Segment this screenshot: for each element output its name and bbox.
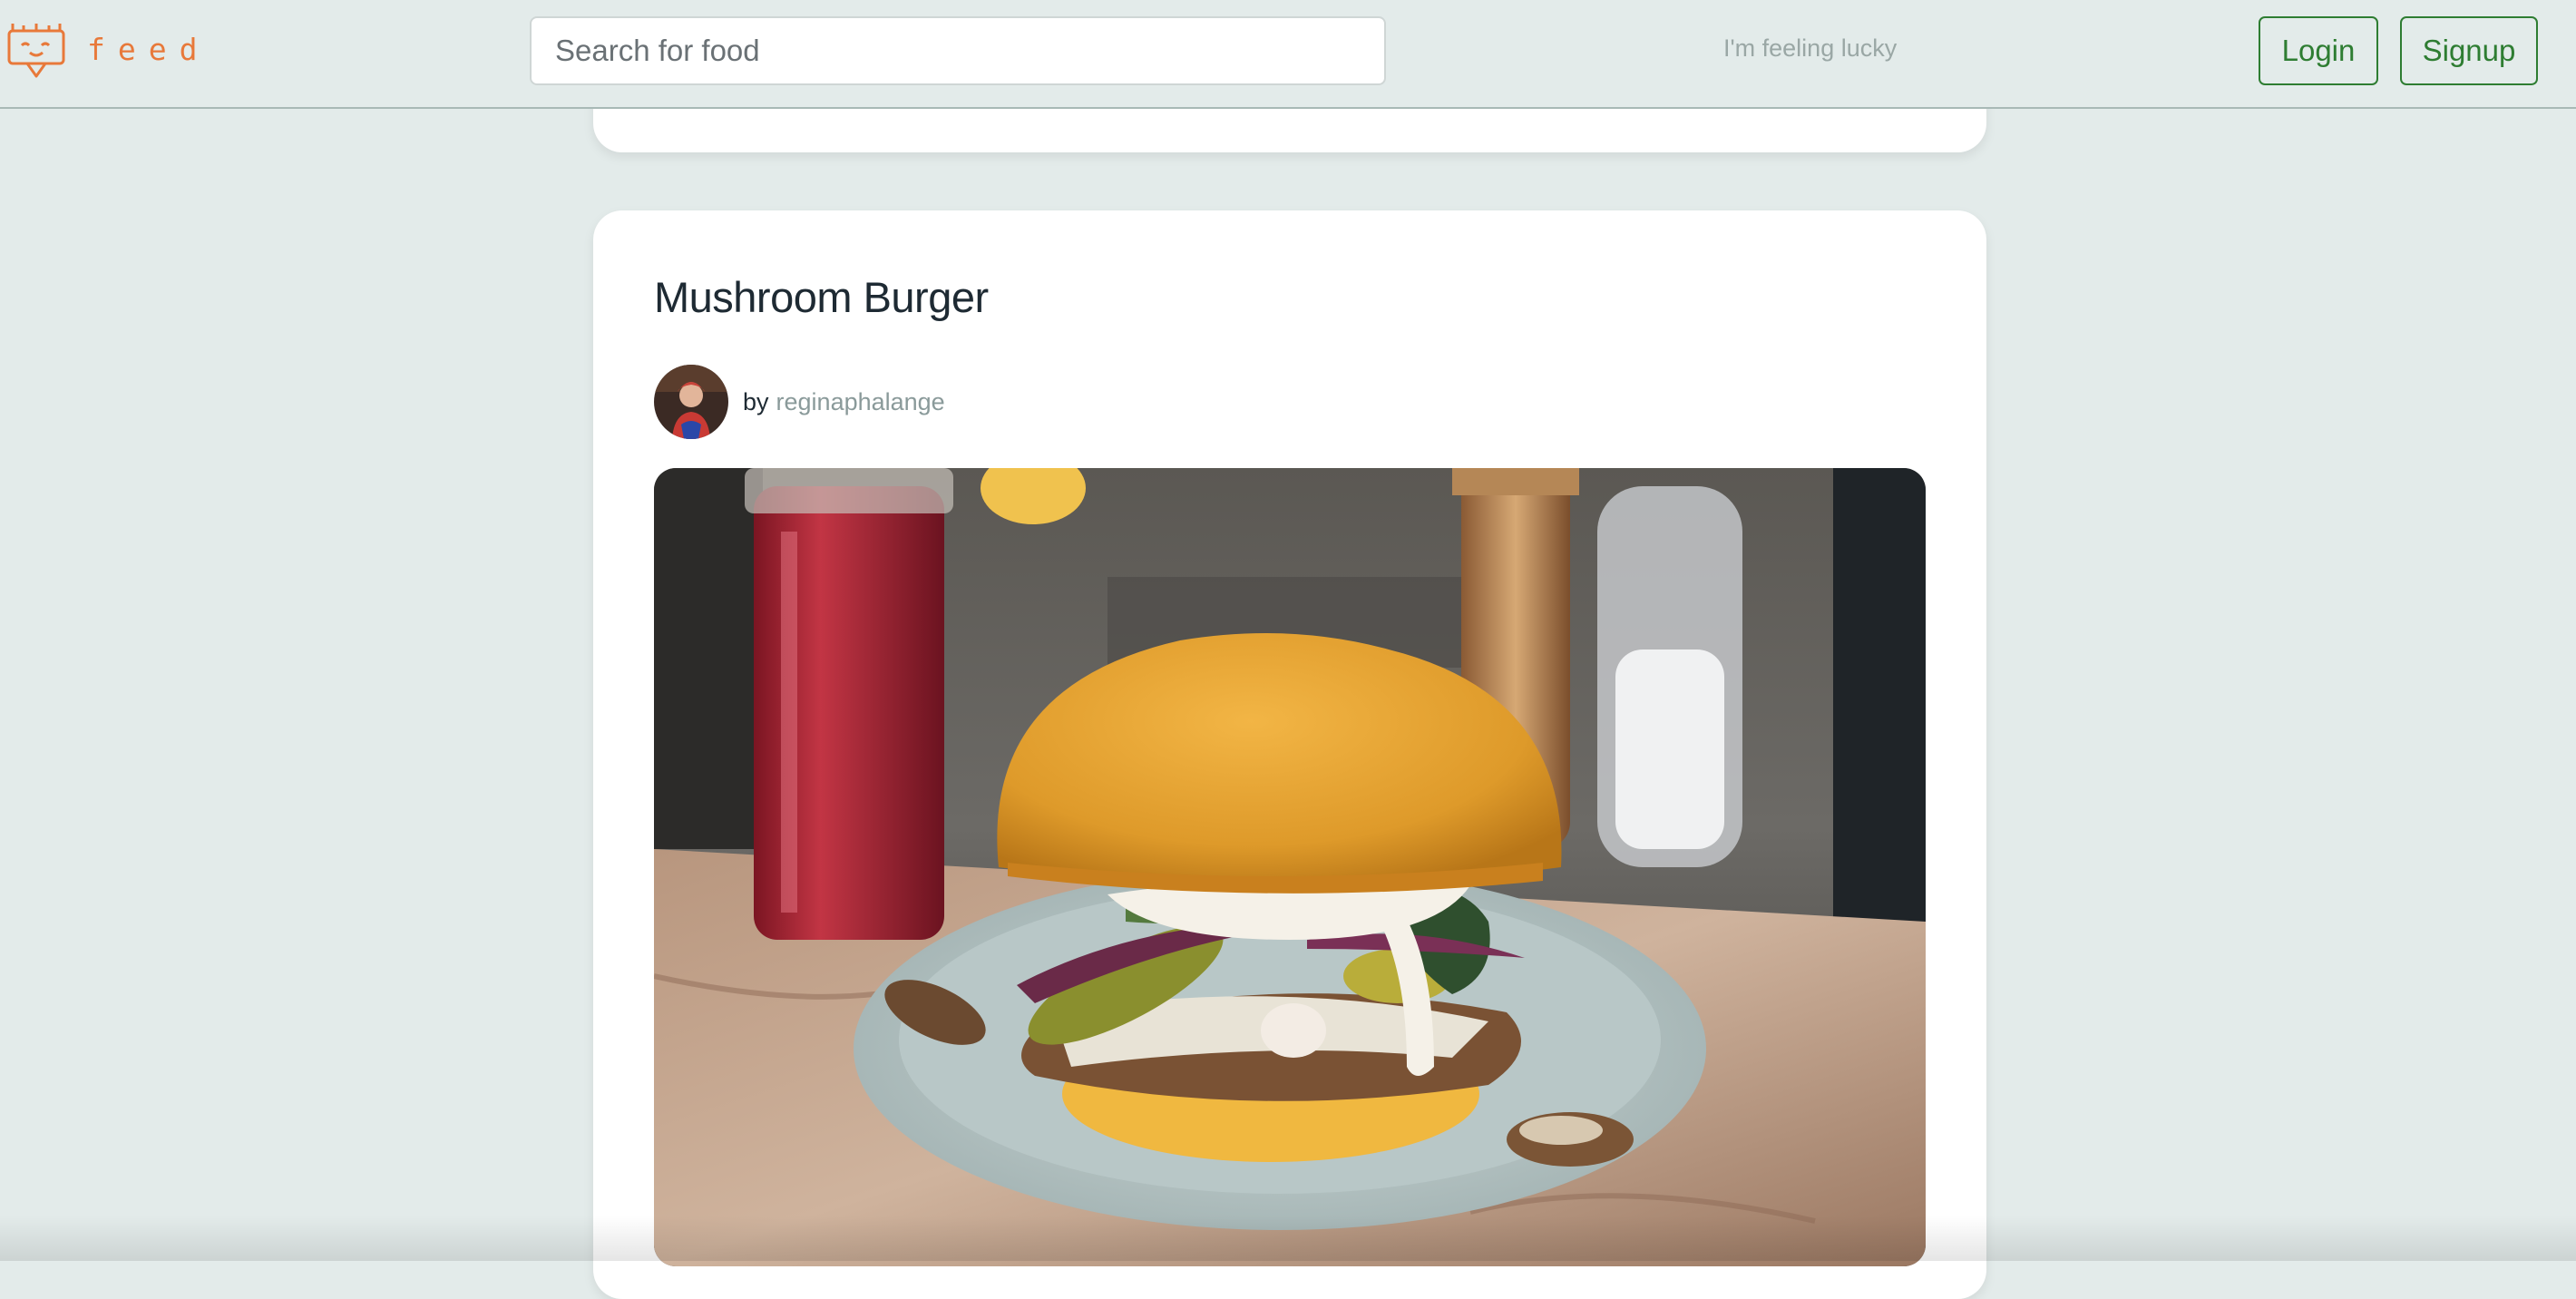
post-image[interactable]: [654, 468, 1926, 1266]
author-avatar[interactable]: [654, 365, 728, 439]
author-row: by reginaphalange: [654, 365, 945, 439]
top-navbar: feed I'm feeling lucky Login Signup: [0, 0, 2576, 109]
signup-button[interactable]: Signup: [2400, 16, 2538, 85]
login-button[interactable]: Login: [2259, 16, 2378, 85]
search-input[interactable]: [530, 16, 1386, 85]
feed-logo-icon: [7, 24, 65, 78]
avatar-image-icon: [654, 365, 728, 439]
post-title[interactable]: Mushroom Burger: [654, 272, 989, 322]
photo-mushroom-burger-icon: [654, 468, 1926, 1266]
post-card: Mushroom Burger by reginaphalange: [593, 210, 1986, 1299]
author-link[interactable]: reginaphalange: [776, 388, 945, 416]
by-label: by: [743, 387, 769, 415]
brand-name: feed: [87, 31, 210, 67]
brand-home-link[interactable]: feed: [5, 18, 210, 80]
feeling-lucky-link[interactable]: I'm feeling lucky: [1723, 34, 1897, 63]
